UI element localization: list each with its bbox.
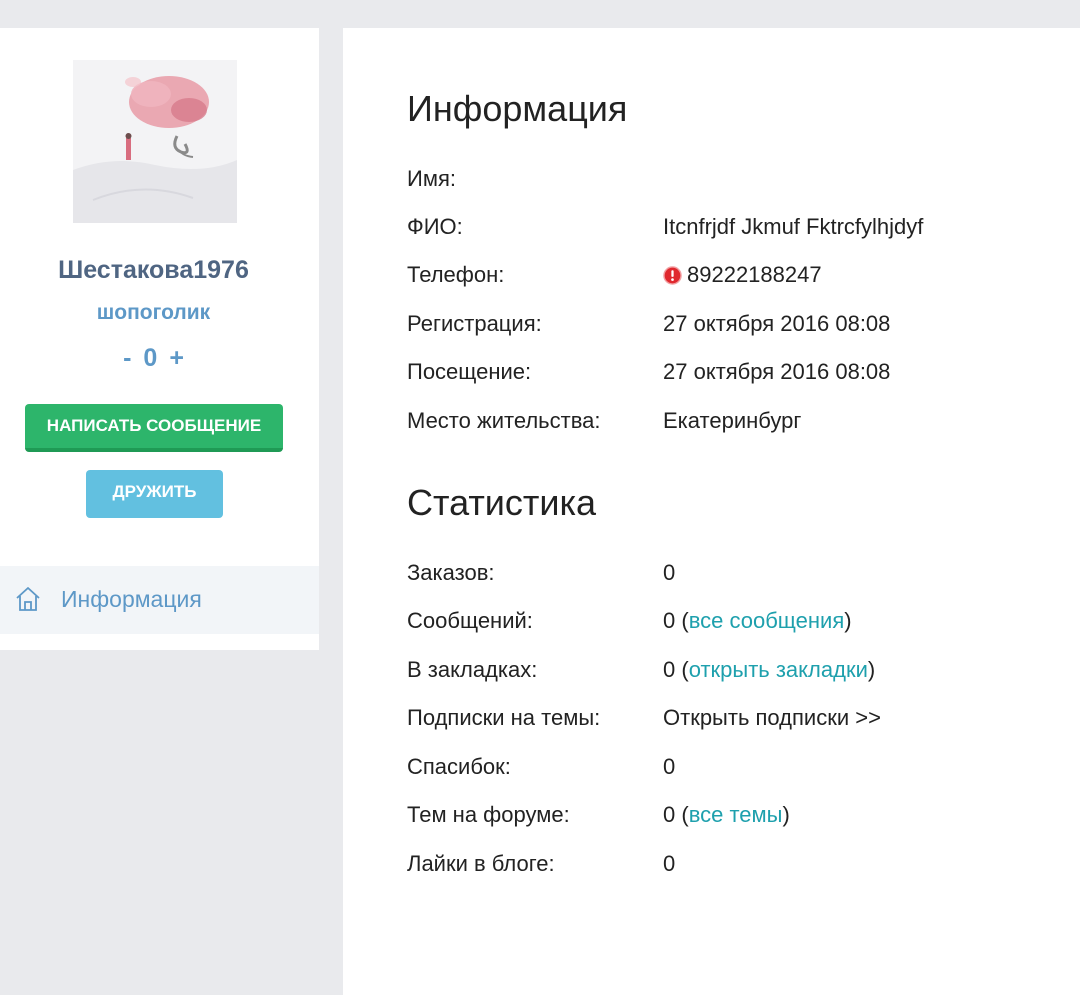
row-value: 0 (все сообщения) <box>663 608 852 634</box>
warning-icon <box>663 266 682 285</box>
row-value: 27 октября 2016 08:08 <box>663 359 891 384</box>
row-label: Лайки в блоге: <box>407 851 555 876</box>
profile-main: Информация Имя: ФИО: Itcnfrjdf Jkmuf Fkt… <box>343 28 1080 995</box>
row-label: Тем на форуме: <box>407 802 570 827</box>
row-label: Телефон: <box>407 262 505 287</box>
profile-sidebar: Шестакова1976 шопоголик -0 + НАПИСАТЬ СОО… <box>0 28 319 650</box>
row-value: 0 <box>663 851 676 876</box>
row-value-phone: 89222188247 <box>663 262 822 288</box>
info-row-location: Место жительства: Екатеринбург <box>407 408 1047 438</box>
suffix: ) <box>867 657 876 682</box>
row-label: Подписки на темы: <box>407 705 601 730</box>
stats-row-bookmarks: В закладках: 0 (открыть закладки) <box>407 657 1047 687</box>
row-label: Спасибок: <box>407 754 511 779</box>
rating-plus-button[interactable]: + <box>169 344 184 372</box>
all-topics-link[interactable]: все темы <box>689 802 783 827</box>
info-row-phone: Телефон: 89222188247 <box>407 262 1047 292</box>
count: 0 ( <box>663 657 689 682</box>
rating-value: 0 <box>143 344 158 372</box>
open-subscriptions-link[interactable]: Открыть подписки >> <box>663 705 881 731</box>
write-message-button[interactable]: НАПИСАТЬ СООБЩЕНИЕ <box>25 404 283 452</box>
all-messages-link[interactable]: все сообщения <box>689 608 845 633</box>
row-value: 0 <box>663 560 676 585</box>
stats-row-messages: Сообщений: 0 (все сообщения) <box>407 608 1047 638</box>
sidebar-item-info[interactable]: Информация <box>0 566 319 634</box>
sidebar-item-label: Информация <box>61 586 202 612</box>
stats-row-forum-topics: Тем на форуме: 0 (все темы) <box>407 802 1047 832</box>
row-label: Имя: <box>407 166 456 191</box>
add-friend-button[interactable]: ДРУЖИТЬ <box>86 470 223 518</box>
info-row-registration: Регистрация: 27 октября 2016 08:08 <box>407 311 1047 341</box>
count: 0 ( <box>663 802 689 827</box>
rating-minus-button[interactable]: - <box>123 344 131 372</box>
avatar[interactable] <box>73 60 237 223</box>
avatar-image <box>73 60 237 223</box>
info-title: Информация <box>407 88 628 129</box>
row-label: Место жительства: <box>407 408 601 433</box>
row-value: Екатеринбург <box>663 408 802 433</box>
suffix: ) <box>844 608 852 633</box>
row-value: 27 октября 2016 08:08 <box>663 311 891 336</box>
row-label: Заказов: <box>407 560 495 585</box>
row-label: Посещение: <box>407 359 532 384</box>
row-value: 0 (открыть закладки) <box>663 657 875 683</box>
count: 0 ( <box>663 608 689 633</box>
row-value: Itcnfrjdf Jkmuf Fktrcfylhjdyf <box>663 214 924 239</box>
rating: -0 + <box>0 344 307 373</box>
phone-number: 89222188247 <box>687 262 822 287</box>
info-row-name: Имя: <box>407 166 1047 196</box>
row-value: 0 (все темы) <box>663 802 790 828</box>
row-label: Регистрация: <box>407 311 542 336</box>
info-row-last-visit: Посещение: 27 октября 2016 08:08 <box>407 359 1047 389</box>
open-bookmarks-link[interactable]: открыть закладки <box>689 657 868 682</box>
row-label: Сообщений: <box>407 608 533 633</box>
username: Шестакова1976 <box>58 256 249 284</box>
home-icon <box>16 587 40 611</box>
stats-row-subscriptions: Подписки на темы: Открыть подписки >> <box>407 705 1047 735</box>
stats-row-orders: Заказов: 0 <box>407 560 1047 590</box>
stats-row-thanks: Спасибок: 0 <box>407 754 1047 784</box>
user-status: шопоголик <box>96 301 211 324</box>
info-row-fullname: ФИО: Itcnfrjdf Jkmuf Fktrcfylhjdyf <box>407 214 1047 244</box>
row-value: 0 <box>663 754 676 779</box>
row-label: ФИО: <box>407 214 463 239</box>
stats-title: Статистика <box>407 482 597 523</box>
row-label: В закладках: <box>407 657 538 682</box>
stats-row-blog-likes: Лайки в блоге: 0 <box>407 851 1047 881</box>
suffix: ) <box>782 802 790 827</box>
